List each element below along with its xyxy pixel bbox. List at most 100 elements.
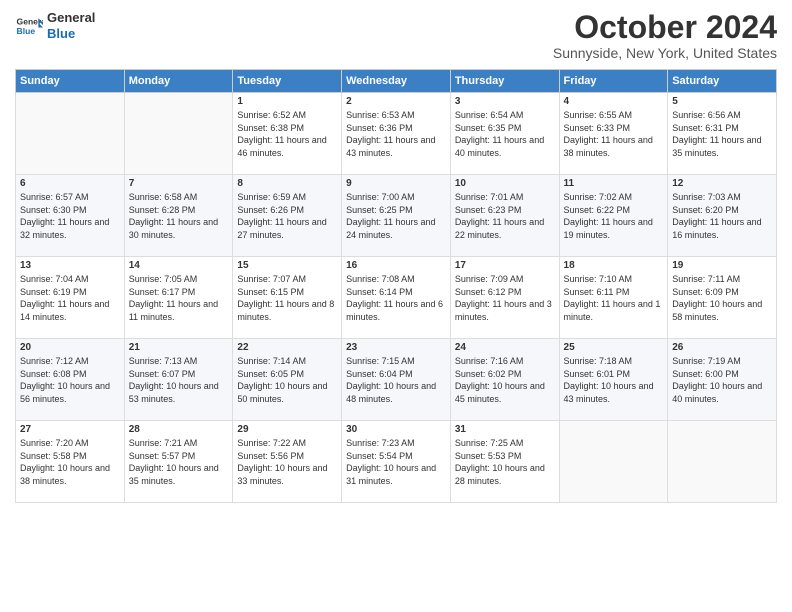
weekday-header-thursday: Thursday — [450, 70, 559, 93]
day-number: 1 — [237, 96, 337, 107]
weekday-header-saturday: Saturday — [668, 70, 777, 93]
calendar-cell: 13 Sunrise: 7:04 AM Sunset: 6:19 PM Dayli… — [16, 257, 125, 339]
calendar-cell: 21Sunrise: 7:13 AM Sunset: 6:07 PM Dayli… — [124, 339, 233, 421]
day-number: 2 — [346, 96, 446, 107]
day-number: 15 — [237, 260, 337, 271]
calendar-cell: 11 Sunrise: 7:02 AM Sunset: 6:22 PM Dayli… — [559, 175, 668, 257]
day-number: 31 — [455, 424, 555, 435]
calendar-cell: 31Sunrise: 7:25 AM Sunset: 5:53 PM Dayli… — [450, 421, 559, 503]
day-number: 11 — [564, 178, 664, 189]
day-info: Sunrise: 7:08 AM Sunset: 6:14 PM Dayligh… — [346, 273, 446, 323]
calendar-cell: 17 Sunrise: 7:09 AM Sunset: 6:12 PM Dayli… — [450, 257, 559, 339]
svg-text:Blue: Blue — [17, 25, 36, 35]
day-number: 5 — [672, 96, 772, 107]
logo-general: General — [47, 10, 95, 26]
day-info: Sunrise: 7:12 AM Sunset: 6:08 PM Dayligh… — [20, 355, 120, 405]
day-number: 29 — [237, 424, 337, 435]
day-number: 7 — [129, 178, 229, 189]
day-number: 13 — [20, 260, 120, 271]
day-info: Sunrise: 7:09 AM Sunset: 6:12 PM Dayligh… — [455, 273, 555, 323]
calendar-body: 1 Sunrise: 6:52 AM Sunset: 6:38 PM Daylig… — [16, 93, 777, 503]
calendar-cell: 2Sunrise: 6:53 AM Sunset: 6:36 PM Daylig… — [342, 93, 451, 175]
day-number: 12 — [672, 178, 772, 189]
calendar-cell: 4Sunrise: 6:55 AM Sunset: 6:33 PM Daylig… — [559, 93, 668, 175]
calendar-cell: 3Sunrise: 6:54 AM Sunset: 6:35 PM Daylig… — [450, 93, 559, 175]
calendar-cell: 12 Sunrise: 7:03 AM Sunset: 6:20 PM Dayli… — [668, 175, 777, 257]
calendar-cell: 30 Sunrise: 7:23 AM Sunset: 5:54 PM Dayli… — [342, 421, 451, 503]
calendar-cell: 5 Sunrise: 6:56 AM Sunset: 6:31 PM Daylig… — [668, 93, 777, 175]
logo-blue: Blue — [47, 26, 95, 42]
day-number: 23 — [346, 342, 446, 353]
day-info: Sunrise: 7:21 AM Sunset: 5:57 PM Dayligh… — [129, 437, 229, 487]
calendar-cell: 23 Sunrise: 7:15 AM Sunset: 6:04 PM Dayli… — [342, 339, 451, 421]
calendar-week-row: 6 Sunrise: 6:57 AM Sunset: 6:30 PM Daylig… — [16, 175, 777, 257]
month-title: October 2024 — [553, 10, 777, 45]
day-info: Sunrise: 7:10 AM Sunset: 6:11 PM Dayligh… — [564, 273, 664, 323]
day-info: Sunrise: 6:57 AM Sunset: 6:30 PM Dayligh… — [20, 191, 120, 241]
day-number: 28 — [129, 424, 229, 435]
logo-icon: General Blue — [15, 12, 43, 40]
calendar-cell — [124, 93, 233, 175]
day-info: Sunrise: 7:23 AM Sunset: 5:54 PM Dayligh… — [346, 437, 446, 487]
day-number: 17 — [455, 260, 555, 271]
day-info: Sunrise: 7:02 AM Sunset: 6:22 PM Dayligh… — [564, 191, 664, 241]
day-info: Sunrise: 6:59 AM Sunset: 6:26 PM Dayligh… — [237, 191, 337, 241]
day-info: Sunrise: 7:00 AM Sunset: 6:25 PM Dayligh… — [346, 191, 446, 241]
calendar-cell: 1 Sunrise: 6:52 AM Sunset: 6:38 PM Daylig… — [233, 93, 342, 175]
calendar-cell: 24Sunrise: 7:16 AM Sunset: 6:02 PM Dayli… — [450, 339, 559, 421]
day-number: 30 — [346, 424, 446, 435]
calendar-cell: 9Sunrise: 7:00 AM Sunset: 6:25 PM Daylig… — [342, 175, 451, 257]
day-info: Sunrise: 6:52 AM Sunset: 6:38 PM Dayligh… — [237, 109, 337, 159]
day-info: Sunrise: 7:16 AM Sunset: 6:02 PM Dayligh… — [455, 355, 555, 405]
day-number: 19 — [672, 260, 772, 271]
calendar-cell: 18 Sunrise: 7:10 AM Sunset: 6:11 PM Dayli… — [559, 257, 668, 339]
calendar-cell: 27 Sunrise: 7:20 AM Sunset: 5:58 PM Dayli… — [16, 421, 125, 503]
day-number: 18 — [564, 260, 664, 271]
calendar-cell: 20 Sunrise: 7:12 AM Sunset: 6:08 PM Dayli… — [16, 339, 125, 421]
calendar-cell — [559, 421, 668, 503]
day-info: Sunrise: 6:56 AM Sunset: 6:31 PM Dayligh… — [672, 109, 772, 159]
day-info: Sunrise: 7:07 AM Sunset: 6:15 PM Dayligh… — [237, 273, 337, 323]
weekday-header-wednesday: Wednesday — [342, 70, 451, 93]
day-info: Sunrise: 7:04 AM Sunset: 6:19 PM Dayligh… — [20, 273, 120, 323]
day-number: 4 — [564, 96, 664, 107]
day-info: Sunrise: 7:20 AM Sunset: 5:58 PM Dayligh… — [20, 437, 120, 487]
calendar-week-row: 13 Sunrise: 7:04 AM Sunset: 6:19 PM Dayli… — [16, 257, 777, 339]
calendar-table: SundayMondayTuesdayWednesdayThursdayFrid… — [15, 69, 777, 503]
calendar-cell: 6 Sunrise: 6:57 AM Sunset: 6:30 PM Daylig… — [16, 175, 125, 257]
day-number: 20 — [20, 342, 120, 353]
day-number: 10 — [455, 178, 555, 189]
day-info: Sunrise: 7:22 AM Sunset: 5:56 PM Dayligh… — [237, 437, 337, 487]
calendar-week-row: 20 Sunrise: 7:12 AM Sunset: 6:08 PM Dayli… — [16, 339, 777, 421]
calendar-cell: 22 Sunrise: 7:14 AM Sunset: 6:05 PM Dayli… — [233, 339, 342, 421]
calendar-cell: 14Sunrise: 7:05 AM Sunset: 6:17 PM Dayli… — [124, 257, 233, 339]
day-number: 8 — [237, 178, 337, 189]
page-header: General Blue General Blue October 2024 S… — [15, 10, 777, 61]
day-info: Sunrise: 7:14 AM Sunset: 6:05 PM Dayligh… — [237, 355, 337, 405]
calendar-cell: 10 Sunrise: 7:01 AM Sunset: 6:23 PM Dayli… — [450, 175, 559, 257]
calendar-header-row: SundayMondayTuesdayWednesdayThursdayFrid… — [16, 70, 777, 93]
weekday-header-friday: Friday — [559, 70, 668, 93]
calendar-cell: 8 Sunrise: 6:59 AM Sunset: 6:26 PM Daylig… — [233, 175, 342, 257]
calendar-cell: 15 Sunrise: 7:07 AM Sunset: 6:15 PM Dayli… — [233, 257, 342, 339]
day-number: 3 — [455, 96, 555, 107]
logo: General Blue General Blue — [15, 10, 95, 41]
weekday-header-tuesday: Tuesday — [233, 70, 342, 93]
day-info: Sunrise: 7:01 AM Sunset: 6:23 PM Dayligh… — [455, 191, 555, 241]
day-info: Sunrise: 7:05 AM Sunset: 6:17 PM Dayligh… — [129, 273, 229, 323]
location: Sunnyside, New York, United States — [553, 45, 777, 61]
day-info: Sunrise: 7:13 AM Sunset: 6:07 PM Dayligh… — [129, 355, 229, 405]
title-section: October 2024 Sunnyside, New York, United… — [553, 10, 777, 61]
calendar-cell — [16, 93, 125, 175]
calendar-cell — [668, 421, 777, 503]
calendar-cell: 29 Sunrise: 7:22 AM Sunset: 5:56 PM Dayli… — [233, 421, 342, 503]
day-info: Sunrise: 7:03 AM Sunset: 6:20 PM Dayligh… — [672, 191, 772, 241]
day-number: 22 — [237, 342, 337, 353]
weekday-header-sunday: Sunday — [16, 70, 125, 93]
day-info: Sunrise: 7:18 AM Sunset: 6:01 PM Dayligh… — [564, 355, 664, 405]
calendar-cell: 26Sunrise: 7:19 AM Sunset: 6:00 PM Dayli… — [668, 339, 777, 421]
day-number: 27 — [20, 424, 120, 435]
day-number: 6 — [20, 178, 120, 189]
calendar-cell: 7Sunrise: 6:58 AM Sunset: 6:28 PM Daylig… — [124, 175, 233, 257]
day-info: Sunrise: 7:15 AM Sunset: 6:04 PM Dayligh… — [346, 355, 446, 405]
